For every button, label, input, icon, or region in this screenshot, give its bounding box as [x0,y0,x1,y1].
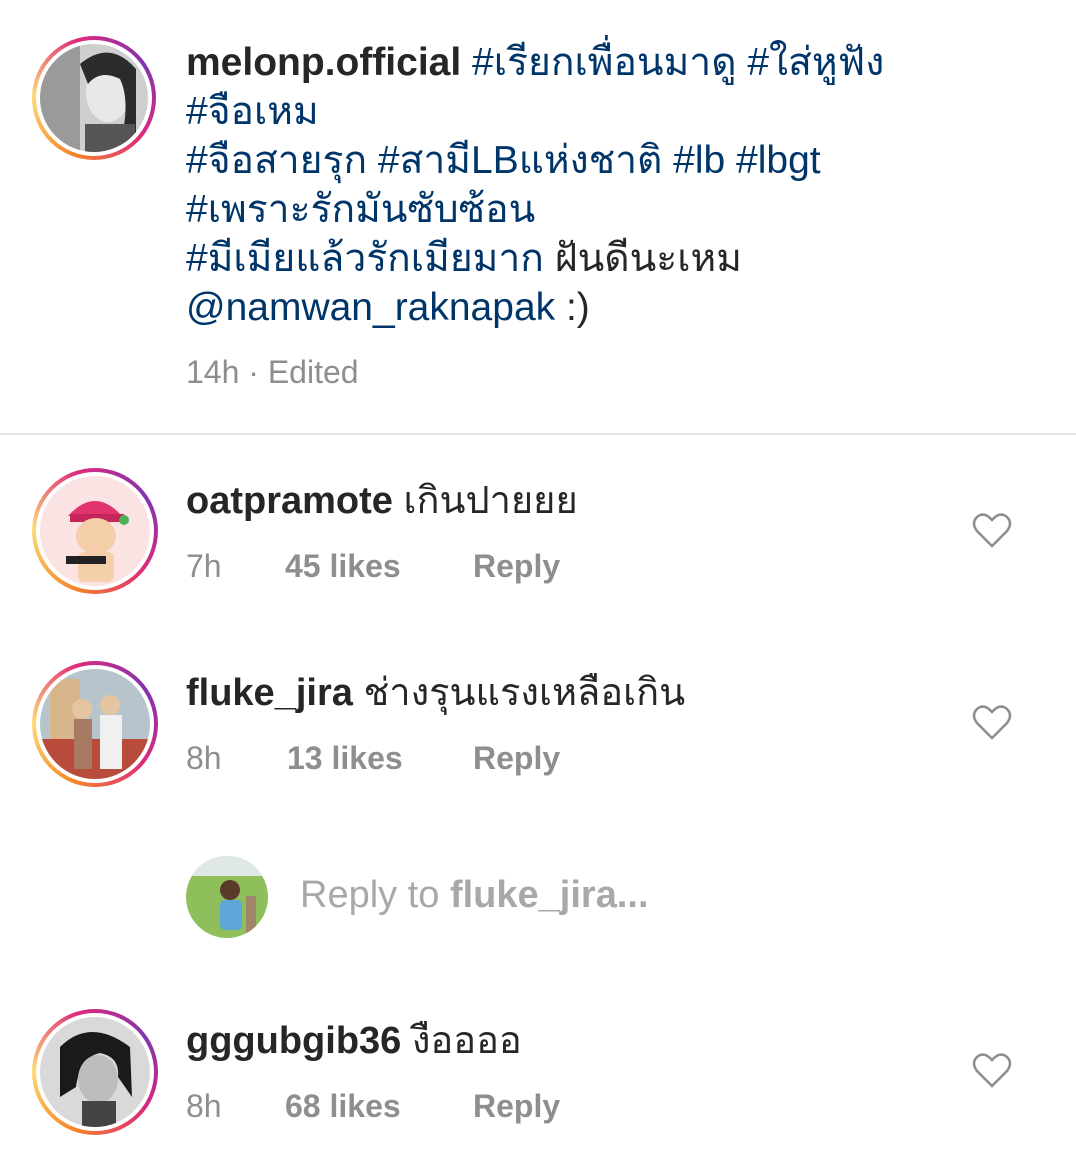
comment-time: 8h [186,1088,222,1124]
hashtag-line[interactable]: #มีเมียแล้วรักเมียมาก [186,237,544,280]
comment-body: gggubgib36 งืออออ [186,1018,522,1064]
heart-outline-icon[interactable] [972,512,1012,548]
heart-outline-icon[interactable] [972,1052,1012,1088]
mention-link[interactable]: @namwan_raknapak [186,286,555,329]
comment-likes[interactable]: 13 likes [287,740,403,777]
comment-body: fluke_jira ช่างรุนแรงเหลือเกิน [186,670,685,716]
hashtag-line[interactable]: #จือเหม [186,90,319,133]
heart-outline-icon[interactable] [972,704,1012,740]
comment-avatar[interactable] [32,661,158,787]
post-meta: 14h · Edited [186,354,359,391]
hashtag-line[interactable]: #เพราะรักมันซับซ้อน [186,188,535,231]
reply-input[interactable]: Reply to fluke_jira... [300,874,649,917]
comment-time: 8h [186,740,222,776]
post-author-avatar[interactable] [32,36,156,160]
comment-username[interactable]: fluke_jira [186,672,353,714]
comment-likes[interactable]: 68 likes [285,1088,401,1125]
comment-text: งืออออ [411,1020,522,1062]
comment-avatar[interactable] [32,1009,158,1135]
hashtag-line[interactable]: #เรียกเพื่อนมาดู #ใส่หูฟัง [461,41,884,84]
post-time: 14h [186,354,240,390]
user-photo [186,856,268,938]
meta-separator: · [248,354,259,390]
comment-username[interactable]: gggubgib36 [186,1020,401,1062]
portrait-avatar-image [40,1017,150,1127]
comment-body: oatpramote เกินปายยย [186,478,578,524]
post-caption: melonp.official #เรียกเพื่อนมาดู #ใส่หูฟ… [186,38,1046,332]
comment-username[interactable]: oatpramote [186,480,393,522]
comment-avatar[interactable] [32,468,158,594]
hashtag-line[interactable]: #จือสายรุก #สามีLBแห่งชาติ #lb #lbgt [186,139,821,182]
cartoon-avatar-image [40,476,150,586]
edited-label: Edited [267,354,359,390]
caption-text: ฝันดีนะเหม [543,237,742,280]
comment-text: เกินปายยย [403,480,578,522]
reply-button[interactable]: Reply [473,740,560,777]
current-user-avatar [186,856,268,938]
author-photo [40,44,148,152]
comment-time: 7h [186,548,222,584]
divider [0,433,1076,435]
comment-text: ช่างรุนแรงเหลือเกิน [363,672,686,714]
caption-text: :) [555,286,590,329]
post-author-username[interactable]: melonp.official [186,41,461,84]
reply-button[interactable]: Reply [473,548,560,585]
photo-avatar-image [40,669,150,779]
reply-button[interactable]: Reply [473,1088,560,1125]
reply-prefix: Reply to [300,874,450,916]
comment-likes[interactable]: 45 likes [285,548,401,585]
reply-target: fluke_jira... [449,874,649,916]
